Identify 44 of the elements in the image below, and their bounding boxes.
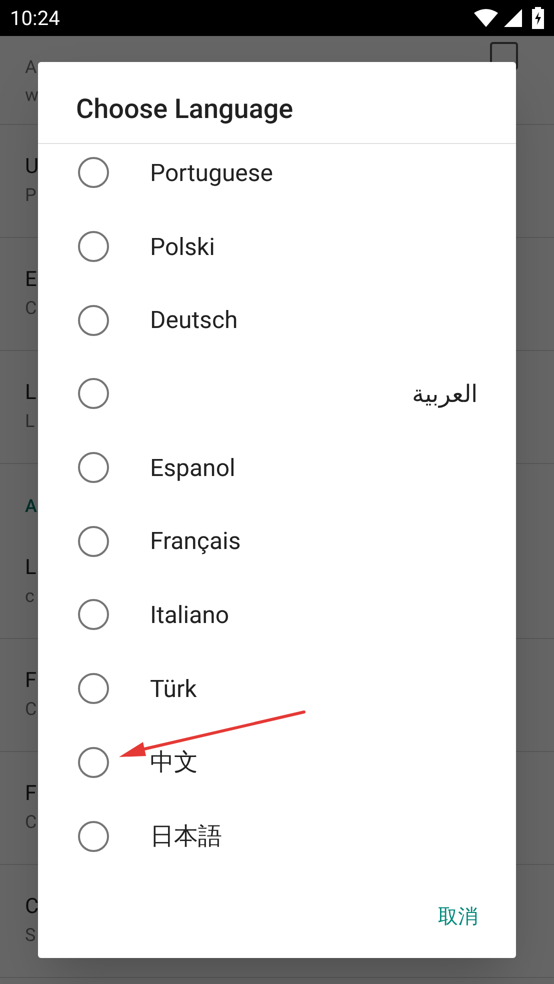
language-label: العربية (412, 378, 478, 410)
setting-title: U (25, 154, 39, 181)
section-header: A (25, 495, 37, 519)
status-time: 10:24 (10, 5, 60, 32)
language-label: Portuguese (150, 158, 274, 189)
radio-button[interactable] (78, 378, 109, 410)
language-option[interactable]: Italiano (38, 578, 516, 652)
language-option[interactable]: Deutsch (38, 283, 516, 358)
language-label: Türk (150, 674, 197, 705)
radio-button[interactable] (78, 820, 109, 852)
language-label: 日本語 (150, 821, 222, 852)
radio-button[interactable] (78, 746, 109, 778)
language-label: 中文 (150, 747, 198, 778)
language-label: Deutsch (150, 305, 238, 336)
language-option[interactable]: Türk (38, 652, 516, 726)
radio-button[interactable] (78, 526, 109, 557)
dialog-title: Choose Language (76, 92, 294, 128)
language-label: Français (150, 526, 241, 558)
radio-button[interactable] (78, 231, 109, 262)
radio-button[interactable] (78, 599, 109, 630)
language-label: Italiano (150, 600, 230, 631)
language-option[interactable]: 日本語 (38, 799, 516, 873)
setting-title: F (25, 781, 37, 808)
radio-button[interactable] (78, 673, 109, 704)
language-option[interactable]: Espanol (38, 430, 516, 504)
language-label: Polski (150, 232, 215, 263)
setting-title: L (25, 380, 36, 407)
radio-button[interactable] (78, 304, 109, 336)
setting-title: F (25, 668, 37, 695)
language-option[interactable]: Français (38, 504, 516, 578)
language-option[interactable]: Portuguese (38, 144, 516, 210)
wifi-icon (474, 9, 498, 27)
radio-button[interactable] (78, 157, 109, 188)
setting-title: L (25, 555, 36, 582)
setting-title: E (25, 267, 37, 294)
radio-button[interactable] (78, 452, 109, 484)
cancel-button[interactable]: 取消 (422, 892, 494, 940)
language-option[interactable]: Polski (38, 210, 516, 284)
setting-title: C (25, 894, 39, 921)
language-option[interactable]: 中文 (38, 726, 516, 800)
signal-icon (504, 9, 522, 27)
language-label: Espanol (150, 452, 236, 484)
battery-charging-icon (532, 7, 544, 29)
language-option[interactable]: العربية (38, 357, 516, 431)
